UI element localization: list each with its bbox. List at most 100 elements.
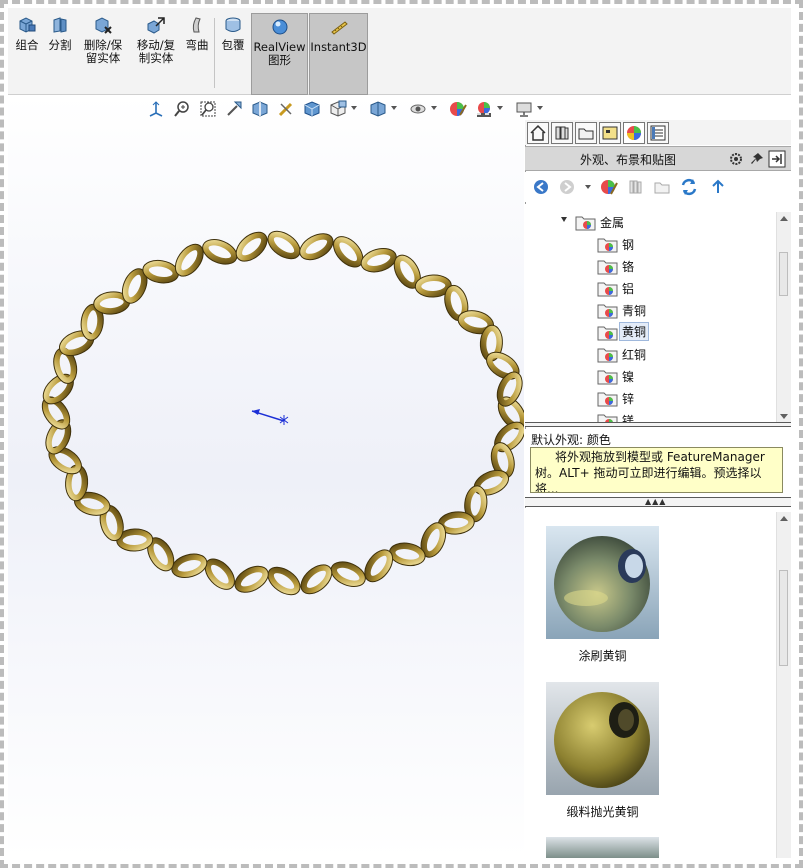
edit-appearance-icon[interactable] [449,100,467,118]
swatch-partial[interactable] [546,837,659,858]
split-label: 分割 [48,38,72,52]
wrap-button[interactable]: 包覆 [218,16,248,52]
appearance-folder-icon [597,348,618,363]
realview-graphics-button[interactable]: RealView 图形 [251,13,308,95]
scroll-up-arrow[interactable] [780,216,788,221]
chain-link [331,561,366,587]
chain-link [361,248,397,272]
instant3d-icon [330,21,348,35]
split-button[interactable]: 分割 [45,16,75,52]
appearance-folder-icon [597,238,618,253]
delete-body-icon [95,17,112,34]
folder-icon [578,128,594,140]
pin-icon[interactable] [749,151,765,167]
display-style-icon[interactable] [329,100,347,118]
split-icon [53,17,67,33]
graphics-area[interactable] [8,95,524,858]
appearance-palette-icon[interactable] [599,177,619,197]
zoom-area-icon[interactable] [199,100,217,118]
chain-link-edge [235,231,268,262]
origin-triad [251,409,289,425]
view-orientation-icon[interactable] [147,100,165,118]
flex-icon [192,17,201,33]
tab-solidworks-resources[interactable] [527,122,549,144]
display-style-dropdown-caret[interactable] [351,106,357,110]
flex-button[interactable]: 弯曲 [182,16,212,52]
tree-item-label: 钢 [622,238,635,252]
swatch-scroll-up-arrow[interactable] [780,516,788,521]
pane-splitter[interactable] [525,422,791,427]
appearance-folder-icon [597,304,618,319]
new-folder-icon[interactable] [653,178,671,196]
hide-show-items-icon[interactable] [409,100,427,118]
tab-custom-properties[interactable] [647,122,669,144]
appearance-folder-icon [597,392,618,407]
expand-arrow-icon[interactable] [561,217,567,222]
zoom-to-fit-icon[interactable] [173,100,191,118]
view-cube-icon[interactable] [303,100,321,118]
swatch-brushed-brass[interactable]: 涂刷黄铜 [546,526,659,664]
tooltip-text: 将外观拖放到模型或 FeatureManager 树。ALT+ 拖动可立即进行编… [535,450,765,493]
tree-item-label: 镁 [622,414,635,422]
tab-design-library[interactable] [551,122,573,144]
satin-brass-thumbnail [546,682,659,795]
up-level-icon[interactable] [709,178,727,196]
combine-button[interactable]: 组合 [12,16,42,52]
tree-scroll-thumb[interactable] [779,252,788,296]
instant3d-button[interactable]: Instant3D [309,13,368,95]
gear-icon[interactable] [728,151,744,167]
hide-show-icon[interactable] [369,100,387,118]
view-settings-icon[interactable] [515,100,533,118]
chain-link [171,554,207,578]
chain-link [299,233,334,260]
apply-scene-dropdown-caret[interactable] [497,106,503,110]
wrap-label: 包覆 [221,38,245,52]
move-copy-body-button[interactable]: 移动/复 制实体 [132,16,180,65]
swatch-label-brushed-brass: 涂刷黄铜 [578,649,627,663]
add-to-library-icon[interactable] [627,178,645,196]
tab-appearances-scenes-decals[interactable] [623,122,645,144]
forward-icon[interactable] [558,178,576,196]
back-icon[interactable] [532,178,550,196]
delete-keep-body-button[interactable]: 删除/保 留实体 [80,16,126,65]
toolbar-separator [214,18,215,88]
hide-show-dropdown-caret[interactable] [391,106,397,110]
chain-link [333,236,363,268]
history-dropdown-caret[interactable] [585,185,591,189]
appearance-swatches: 涂刷黄铜 缎料抛光黄铜 [525,508,791,858]
move-copy-icon [147,17,165,34]
scroll-down-arrow[interactable] [780,414,788,419]
apply-scene-icon[interactable] [475,100,493,118]
swatch-splitter[interactable]: ▲▲▲ [525,497,791,507]
tree-scrollbar[interactable] [776,212,791,422]
appearances-icon [627,126,641,140]
chain-link-edge [234,565,269,593]
appearance-folder-icon [597,370,618,385]
task-pane-tabs [525,120,791,145]
section-view-icon[interactable] [251,100,269,118]
previous-view-icon[interactable] [225,100,243,118]
hide-items-dropdown-caret[interactable] [431,106,437,110]
instant3d-label: Instant3D [310,40,367,54]
view-settings-dropdown-caret[interactable] [537,106,543,110]
swatch-scrollbar[interactable] [776,512,791,858]
chain-bracelet-model[interactable] [8,95,524,858]
realview-label-2: 图形 [268,53,291,67]
flex-label: 弯曲 [185,38,209,52]
appearance-folder-icon [597,326,618,341]
command-manager-toolbar: 组合 分割 删除/保 留实体 移动/复 制实体 弯曲 包覆 RealView 图… [8,8,791,95]
chain-link [202,239,237,265]
dynamic-annotation-icon[interactable] [277,100,295,118]
tab-view-palette[interactable] [599,122,621,144]
appearance-tree: 金属 钢铬铝青铜 黄铜 红铜镍锌镁 [525,204,791,422]
chain-link-edge [300,564,333,595]
tab-file-explorer[interactable] [575,122,597,144]
refresh-icon[interactable] [679,177,699,197]
swatch-scroll-thumb[interactable] [779,570,788,666]
chain-link [236,232,268,262]
swatch-satin-finish-brass[interactable]: 缎料抛光黄铜 [546,682,659,820]
swatch-label-satin-brass: 缎料抛光黄铜 [566,805,639,819]
collapse-pane-icon[interactable] [768,150,786,168]
wrap-icon [225,17,241,32]
library-icon [555,126,569,140]
